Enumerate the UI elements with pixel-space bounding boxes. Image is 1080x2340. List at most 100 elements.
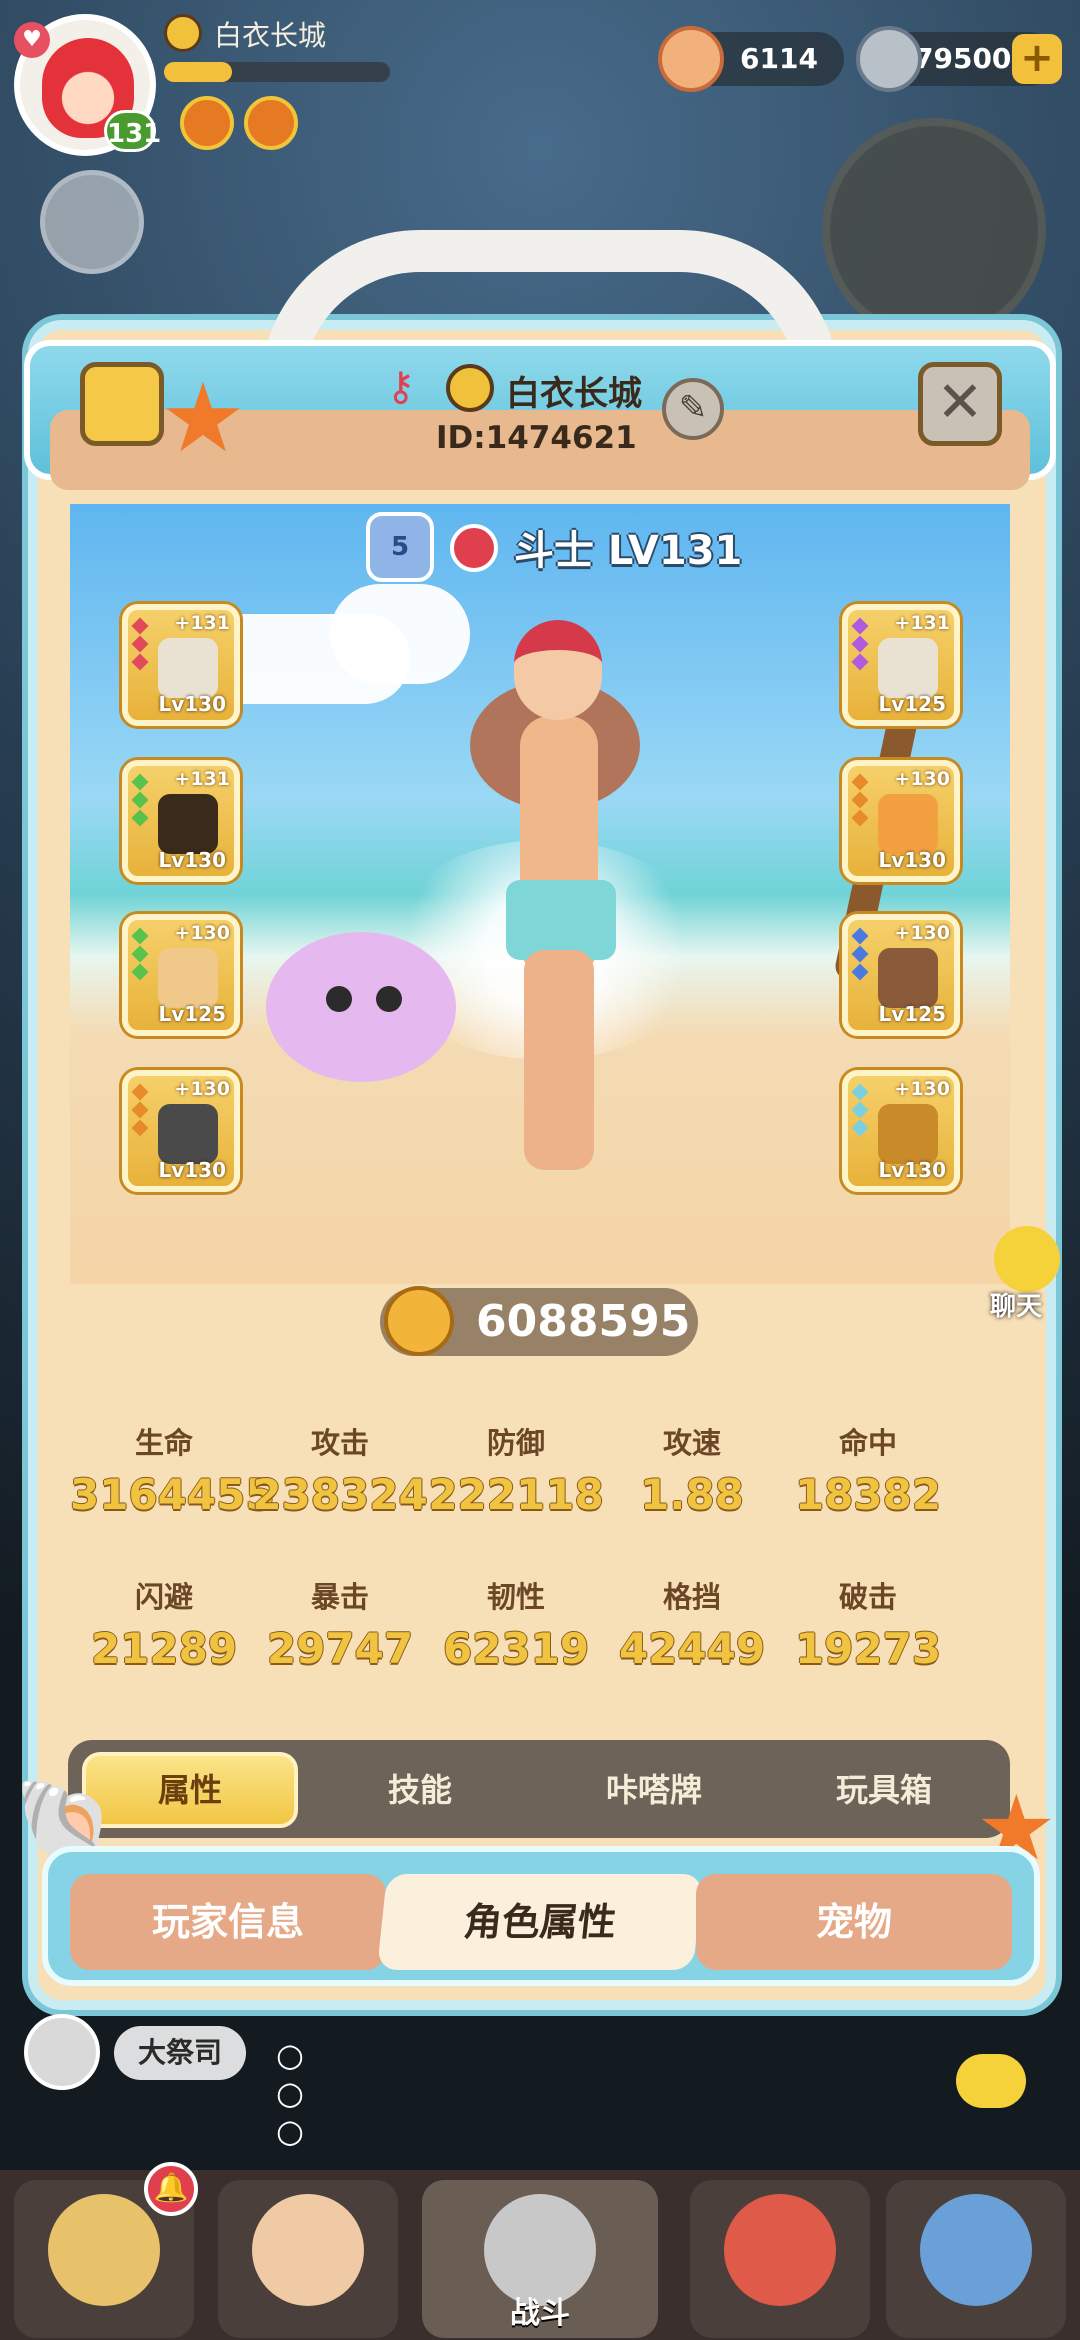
equipment-icon xyxy=(878,638,938,698)
gem-icon xyxy=(851,809,869,827)
tab-player-info[interactable]: 玩家信息 xyxy=(70,1874,386,1970)
character-skirt xyxy=(506,880,616,960)
gem-sockets xyxy=(131,617,149,674)
gem-icon xyxy=(131,963,149,981)
equipment-slot[interactable]: +131 Lv130 xyxy=(122,604,240,726)
buff-icon[interactable] xyxy=(244,96,298,150)
experience-bar xyxy=(164,62,390,82)
sub-tab-bar: 属性 技能 咔嗒牌 玩具箱 xyxy=(68,1740,1010,1838)
main-tab-bar: 玩家信息 角色属性 宠物 xyxy=(42,1846,1040,1986)
title-edit-button[interactable] xyxy=(80,362,164,446)
stat-value: 222118 xyxy=(428,1470,604,1519)
portal-icon xyxy=(920,2194,1032,2306)
panel-player-name: 白衣长城 xyxy=(506,374,642,414)
nav-battle[interactable]: 战斗 xyxy=(422,2180,658,2338)
party-member-avatar[interactable] xyxy=(24,2014,100,2090)
stat-value: 21289 xyxy=(90,1624,238,1673)
stat-value: 3164455 xyxy=(70,1470,275,1519)
more-dots[interactable]: ○ ○ ○ xyxy=(276,2036,314,2150)
equipment-slot[interactable]: +130 Lv125 xyxy=(842,914,960,1036)
equipment-slot[interactable]: +131 Lv125 xyxy=(842,604,960,726)
rank-badge: 5 xyxy=(366,512,434,582)
heart-icon: ♥ xyxy=(14,22,50,58)
close-button[interactable]: ✕ xyxy=(918,362,1002,446)
equipment-slot[interactable]: +130 Lv130 xyxy=(842,1070,960,1192)
gem-icon xyxy=(851,617,869,635)
plus-icon[interactable]: + xyxy=(1012,34,1062,84)
equipment-icon xyxy=(158,638,218,698)
gem-icon xyxy=(851,1083,869,1101)
gem-icon xyxy=(851,945,869,963)
chat-bubble-icon[interactable] xyxy=(956,2054,1026,2108)
starfish-icon: ★ xyxy=(160,362,247,474)
combat-power: 6088595 xyxy=(380,1286,698,1356)
tab-pets[interactable]: 宠物 xyxy=(696,1874,1012,1970)
pet-octopus[interactable] xyxy=(266,932,456,1082)
nav-portal[interactable] xyxy=(886,2180,1066,2338)
enhance-level: +131 xyxy=(894,612,950,634)
enhance-level: +130 xyxy=(894,768,950,790)
nav-character-2[interactable] xyxy=(218,2180,398,2338)
equipment-slot[interactable]: +131 Lv130 xyxy=(122,760,240,882)
stat-dodge: 闪避 21289 xyxy=(70,1574,258,1673)
gem-icon xyxy=(851,635,869,653)
gem-sockets xyxy=(131,773,149,830)
item-level: Lv130 xyxy=(878,848,946,872)
key-icon: ⚷ xyxy=(386,364,416,410)
equipment-slot[interactable]: +130 Lv130 xyxy=(122,1070,240,1192)
rename-button[interactable]: ✎ xyxy=(662,378,724,440)
nav-battle-label: 战斗 xyxy=(510,2296,570,2331)
dino-pet-portrait xyxy=(724,2194,836,2306)
character-legs xyxy=(524,950,594,1170)
side-avatar[interactable] xyxy=(40,170,144,274)
equipment-slot[interactable]: +130 Lv130 xyxy=(842,760,960,882)
stat-label: 韧性 xyxy=(486,1580,545,1614)
item-level: Lv130 xyxy=(878,1158,946,1182)
tab-cards[interactable]: 咔嗒牌 xyxy=(546,1752,762,1828)
title-face-icon xyxy=(164,14,202,52)
muscle-icon xyxy=(384,1286,454,1356)
item-level: Lv130 xyxy=(158,692,226,716)
character-head xyxy=(514,620,602,720)
cloud xyxy=(330,584,470,684)
gem-icon xyxy=(851,773,869,791)
tab-attributes[interactable]: 属性 xyxy=(82,1752,298,1828)
pearl-currency[interactable]: 795002 + xyxy=(856,26,1062,92)
equipment-slot[interactable]: +130 Lv125 xyxy=(122,914,240,1036)
enhance-level: +130 xyxy=(174,922,230,944)
stat-value: 18382 xyxy=(794,1470,942,1519)
gem-icon xyxy=(851,963,869,981)
bell-icon: 🔔 xyxy=(144,2162,198,2216)
stat-value: 19273 xyxy=(794,1624,942,1673)
combat-power-value: 6088595 xyxy=(476,1296,691,1347)
stat-label: 格挡 xyxy=(662,1580,721,1614)
gem-icon xyxy=(851,653,869,671)
gem-icon xyxy=(131,1101,149,1119)
shell-icon xyxy=(658,26,724,92)
gem-sockets xyxy=(131,927,149,984)
chat-button[interactable]: 聊天 xyxy=(980,1226,1072,1324)
tab-skills[interactable]: 技能 xyxy=(312,1752,528,1828)
stat-label: 攻速 xyxy=(662,1426,721,1460)
shell-currency[interactable]: 6114 xyxy=(658,26,844,92)
equipment-icon xyxy=(878,948,938,1008)
item-level: Lv130 xyxy=(158,848,226,872)
tab-character-attributes[interactable]: 角色属性 xyxy=(376,1874,704,1970)
gem-icon xyxy=(851,1101,869,1119)
stat-value: 29747 xyxy=(266,1624,414,1673)
title-face-icon xyxy=(446,364,494,412)
player-character[interactable] xyxy=(470,620,640,1180)
stat-value: 238324 xyxy=(252,1470,428,1519)
party-member-name: 大祭司 xyxy=(114,2026,247,2080)
class-icon xyxy=(450,524,498,572)
stat-label: 暴击 xyxy=(310,1580,369,1614)
tab-toybox[interactable]: 玩具箱 xyxy=(776,1752,992,1828)
gem-icon xyxy=(131,1119,149,1137)
nav-pet[interactable] xyxy=(690,2180,870,2338)
buff-icon[interactable] xyxy=(180,96,234,150)
stat-value: 42449 xyxy=(618,1624,766,1673)
gem-icon xyxy=(131,791,149,809)
minimap[interactable] xyxy=(822,118,1046,342)
stat-attack-speed: 攻速 1.88 xyxy=(598,1420,786,1519)
stat-label: 闪避 xyxy=(134,1580,193,1614)
